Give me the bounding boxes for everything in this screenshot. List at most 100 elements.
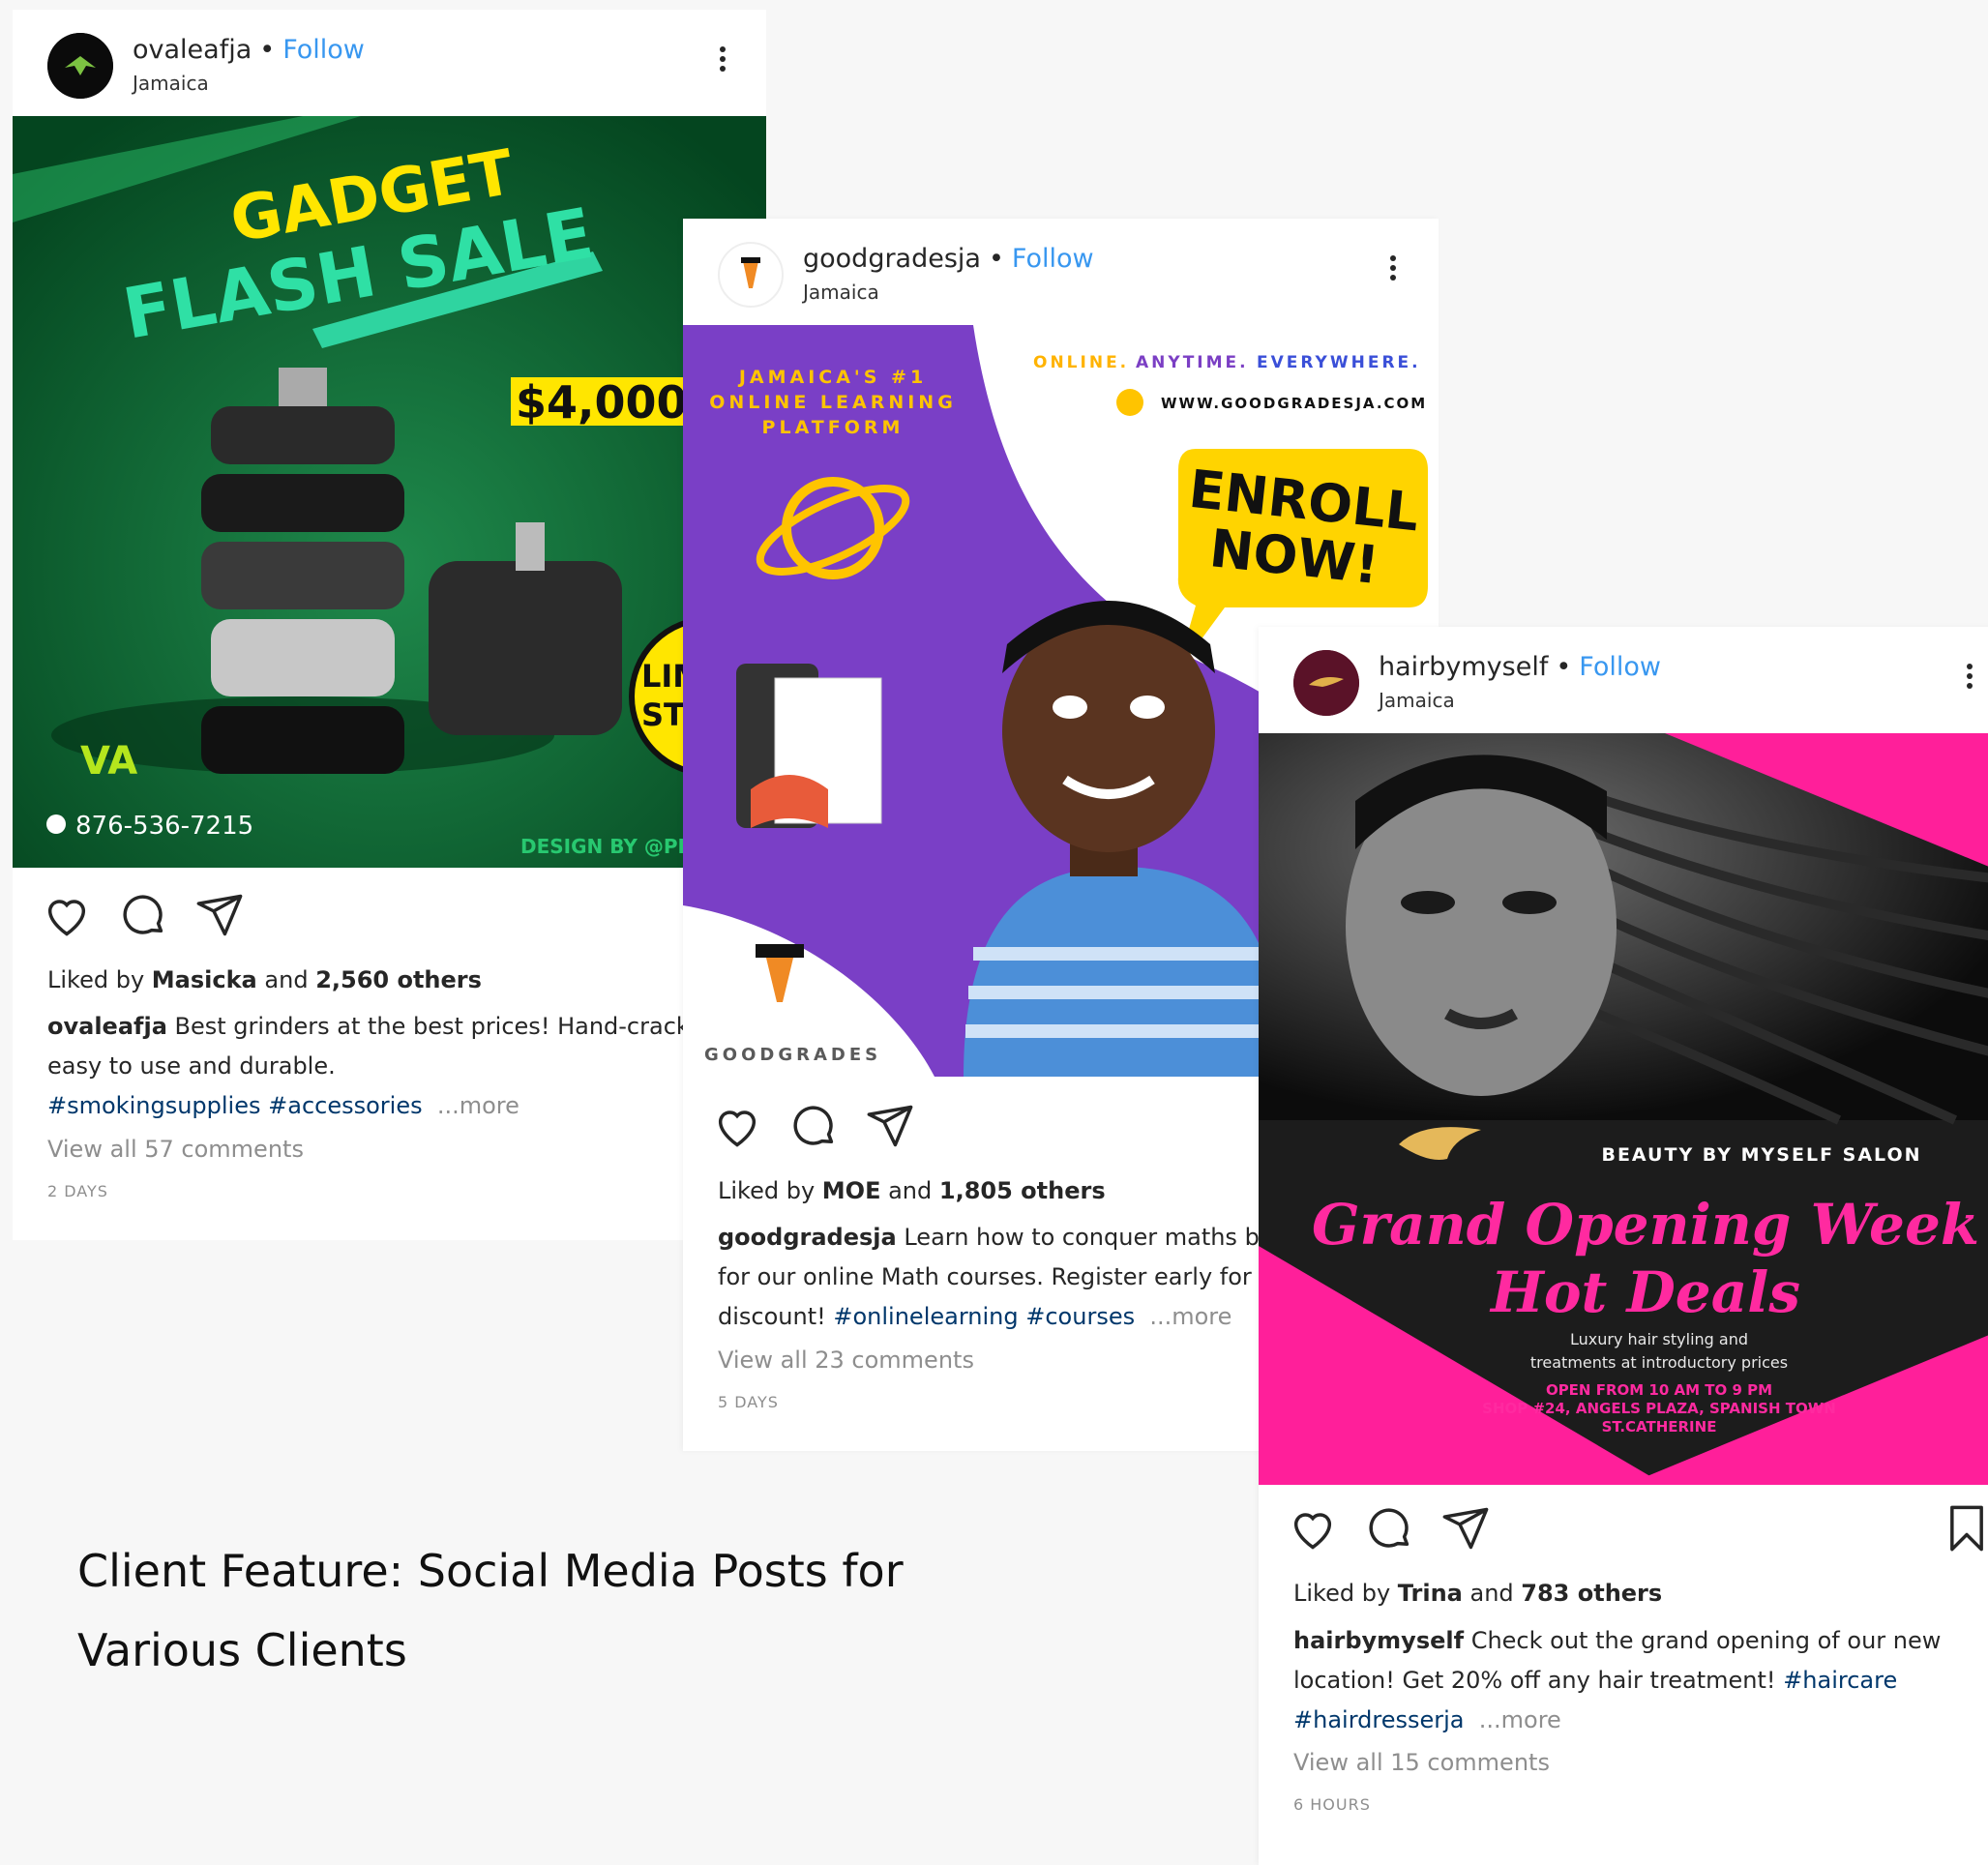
caption-username[interactable]: goodgradesja (718, 1224, 897, 1251)
post-time: 5 DAYS (718, 1393, 779, 1411)
action-bar (1288, 1503, 1512, 1561)
feature-caption: Client Feature: Social Media Posts for V… (77, 1531, 904, 1690)
location[interactable]: Jamaica (133, 72, 209, 95)
post-image[interactable]: BEAUTY BY MYSELF SALON Grand Opening Wee… (1259, 733, 1988, 1485)
post-header: hairbymyself • Follow Jamaica (1259, 627, 1988, 733)
hashtag[interactable]: #accessories (268, 1092, 422, 1119)
view-comments-link[interactable]: View all 57 comments (47, 1130, 304, 1169)
like-heart-icon[interactable] (42, 890, 92, 940)
location[interactable]: Jamaica (1379, 689, 1455, 712)
share-icon[interactable] (1440, 1503, 1491, 1554)
caption-line-1: ovaleafja Best grinders at the best pric… (47, 1013, 703, 1040)
info-hours: OPEN FROM 10 AM TO 9 PM (1546, 1381, 1772, 1399)
caption-username[interactable]: ovaleafja (47, 1013, 167, 1040)
username-row: ovaleafja • Follow (133, 35, 365, 65)
gadget-sale-artwork: GADGET FLASH SALE $4,000 LIM STO VA 876-… (13, 116, 766, 868)
caption-line-3: discount! #onlinelearning #courses ...mo… (718, 1303, 1232, 1330)
tagline-2: ONLINE LEARNING (709, 392, 957, 413)
website-url: WWW.GOODGRADESJA.COM (1161, 395, 1427, 412)
likes-count[interactable]: 2,560 others (315, 966, 482, 993)
comment-icon[interactable] (118, 890, 168, 940)
action-bar (42, 890, 266, 948)
post-image[interactable]: GADGET FLASH SALE $4,000 LIM STO VA 876-… (13, 116, 766, 868)
avatar[interactable] (47, 33, 113, 99)
follow-button[interactable]: Follow (1579, 652, 1661, 682)
follow-button[interactable]: Follow (282, 35, 365, 65)
share-icon[interactable] (194, 890, 245, 940)
hot-deals-title: Hot Deals (1489, 1259, 1800, 1325)
info-address: SHOP #24, ANGELS PLAZA, SPANISH TOWN (1482, 1400, 1836, 1417)
follow-button[interactable]: Follow (1012, 244, 1094, 274)
info-parish: ST.CATHERINE (1602, 1418, 1717, 1436)
view-comments-link[interactable]: View all 15 comments (1293, 1743, 1550, 1782)
action-bar (712, 1101, 936, 1159)
caption-line-2: location! Get 20% off any hair treatment… (1293, 1667, 1898, 1694)
caption-line-2: easy to use and durable. (47, 1052, 336, 1080)
more-link[interactable]: ...more (437, 1092, 519, 1119)
likes-line: Liked by Masicka and 2,560 others (47, 966, 482, 993)
username-row: hairbymyself • Follow (1379, 652, 1661, 682)
feature-caption-line2: Various Clients (77, 1624, 407, 1676)
like-heart-icon[interactable] (712, 1101, 762, 1151)
salon-name: BEAUTY BY MYSELF SALON (1601, 1144, 1921, 1166)
tagline-1: JAMAICA'S #1 (737, 367, 927, 388)
link-icon (1116, 389, 1143, 416)
subtitle-2: treatments at introductory prices (1530, 1353, 1788, 1372)
share-icon[interactable] (865, 1101, 915, 1151)
ova-logo: VA (80, 739, 137, 784)
like-heart-icon[interactable] (1288, 1503, 1338, 1554)
bookmark-icon[interactable] (1942, 1503, 1988, 1554)
post-card-hairbymyself: hairbymyself • Follow Jamaica BEAUTY BY … (1259, 627, 1988, 1865)
post-header: goodgradesja • Follow Jamaica (683, 219, 1439, 325)
likes-count[interactable]: 783 others (1521, 1580, 1662, 1607)
location[interactable]: Jamaica (803, 281, 879, 304)
brand-name: GOODGRADES (704, 1045, 881, 1065)
likes-line: Liked by MOE and 1,805 others (718, 1177, 1106, 1204)
more-options-icon[interactable] (1967, 664, 1974, 693)
tagline-everywhere: EVERYWHERE. (1257, 353, 1421, 372)
post-time: 6 HOURS (1293, 1795, 1371, 1814)
liked-by-user[interactable]: Masicka (152, 966, 257, 993)
tagline-anytime: ANYTIME. (1136, 353, 1249, 372)
hashtag[interactable]: #onlinelearning (833, 1303, 1018, 1330)
tagline-online: ONLINE. (1033, 353, 1129, 372)
book-tablet-illustration (736, 664, 882, 828)
view-comments-link[interactable]: View all 23 comments (718, 1341, 974, 1379)
salon-artwork: BEAUTY BY MYSELF SALON Grand Opening Wee… (1259, 733, 1988, 1485)
caption-line-1: hairbymyself Check out the grand opening… (1293, 1627, 1942, 1654)
likes-count[interactable]: 1,805 others (939, 1177, 1106, 1204)
caption-tags: #smokingsupplies #accessories ...more (47, 1086, 519, 1125)
price-label: $4,000 (516, 376, 688, 429)
avatar[interactable] (1293, 650, 1359, 716)
caption-username[interactable]: hairbymyself (1293, 1627, 1464, 1654)
hashtag[interactable]: #haircare (1783, 1667, 1897, 1694)
grand-opening-title: Grand Opening Week (1312, 1192, 1979, 1258)
hashtag[interactable]: #courses (1025, 1303, 1135, 1330)
post-header: ovaleafja • Follow Jamaica (13, 10, 766, 116)
more-options-icon[interactable] (1390, 255, 1398, 284)
liked-by-user[interactable]: Trina (1398, 1580, 1463, 1607)
likes-line: Liked by Trina and 783 others (1293, 1580, 1663, 1607)
more-link[interactable]: ...more (1479, 1706, 1561, 1733)
username[interactable]: ovaleafja (133, 35, 252, 65)
model-face-illustration (1346, 755, 1617, 1096)
liked-by-user[interactable]: MOE (822, 1177, 881, 1204)
hashtag[interactable]: #hairdresserja (1293, 1706, 1465, 1733)
avatar[interactable] (718, 242, 784, 308)
post-card-ovaleafja: ovaleafja • Follow Jamaica GADGET FLASH … (13, 10, 766, 1240)
hashtag[interactable]: #smokingsupplies (47, 1092, 260, 1119)
comment-icon[interactable] (788, 1101, 839, 1151)
username-row: goodgradesja • Follow (803, 244, 1094, 274)
caption-line-1: goodgradesja Learn how to conquer maths … (718, 1224, 1274, 1251)
caption-line-2: for our online Math courses. Register ea… (718, 1263, 1252, 1290)
subtitle-1: Luxury hair styling and (1570, 1330, 1748, 1348)
more-options-icon[interactable] (720, 46, 727, 75)
username[interactable]: hairbymyself (1379, 652, 1548, 682)
comment-icon[interactable] (1364, 1503, 1414, 1554)
post-time: 2 DAYS (47, 1182, 108, 1200)
caption-line-3: #hairdresserja ...more (1293, 1701, 1561, 1739)
tagline-3: PLATFORM (762, 417, 905, 438)
username[interactable]: goodgradesja (803, 244, 981, 274)
phone-number: 876-536-7215 (75, 812, 253, 841)
more-link[interactable]: ...more (1149, 1303, 1231, 1330)
